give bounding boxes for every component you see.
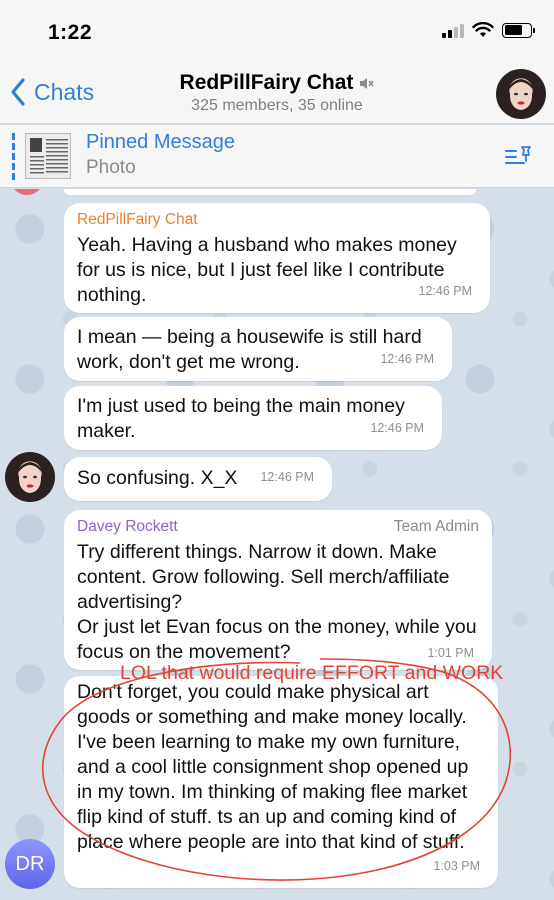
message-time: 12:46 PM	[370, 421, 424, 435]
message-list[interactable]: RedPillFairy Chat Yeah. Having a husband…	[0, 189, 554, 900]
nav-bar: Chats RedPillFairy Chat 325 members, 35 …	[0, 64, 554, 124]
mute-icon	[360, 77, 375, 89]
message-bubble[interactable]: I'm just used to being the main money ma…	[64, 386, 442, 450]
avatar-face-icon	[508, 79, 534, 110]
previous-avatar	[10, 189, 44, 195]
message-bubble[interactable]: Don't forget, you could make physical ar…	[64, 676, 498, 888]
sender-name: RedPillFairy Chat	[77, 211, 198, 228]
sender-avatar[interactable]: DR	[5, 839, 55, 889]
message-text: Yeah. Having a husband who makes money f…	[77, 234, 457, 306]
sender-role-badge: Team Admin	[393, 518, 479, 535]
avatar-initials: DR	[15, 852, 45, 875]
message-time: 12:46 PM	[418, 284, 472, 298]
message-time: 12:46 PM	[260, 470, 314, 484]
annotation-text: LOL that would require EFFORT and WORK	[120, 662, 504, 684]
pinned-title: Pinned Message	[86, 131, 235, 153]
message-bubble[interactable]: Davey Rockett Team Admin Try different t…	[64, 510, 492, 670]
avatar-face-icon	[17, 462, 43, 493]
status-bar: 1:22	[0, 0, 554, 64]
message-text: Don't forget, you could make physical ar…	[77, 681, 469, 853]
message-bubble[interactable]: I mean — being a housewife is still hard…	[64, 317, 452, 381]
pinned-indicator	[12, 133, 15, 181]
message-text: Try different things. Narrow it down. Ma…	[77, 541, 477, 663]
chat-header[interactable]: RedPillFairy Chat 325 members, 35 online	[0, 71, 554, 115]
pin-list-icon[interactable]	[504, 144, 534, 170]
status-time: 1:22	[48, 21, 93, 44]
message-time: 12:46 PM	[380, 352, 434, 366]
message-bubble[interactable]: RedPillFairy Chat Yeah. Having a husband…	[64, 203, 490, 313]
wifi-icon	[472, 22, 494, 37]
sender-name: Davey Rockett	[77, 518, 178, 535]
pinned-subtitle: Photo	[86, 157, 136, 178]
message-sender: RedPillFairy Chat	[77, 211, 477, 229]
previous-message-bubble	[64, 189, 476, 195]
sender-avatar[interactable]	[5, 452, 55, 502]
pinned-photo-thumbnail	[25, 133, 71, 179]
message-sender: Davey Rockett Team Admin	[77, 518, 479, 536]
chat-title: RedPillFairy Chat	[179, 71, 354, 94]
message-time: 1:03 PM	[433, 859, 480, 873]
chat-title-row: RedPillFairy Chat	[180, 71, 375, 95]
message-bubble[interactable]: So confusing. X_X 12:46 PM	[64, 457, 332, 501]
battery-icon	[502, 22, 535, 38]
chat-subtitle: 325 members, 35 online	[191, 97, 363, 114]
chat-avatar[interactable]	[496, 69, 546, 119]
pinned-message-bar[interactable]: Pinned Message Photo	[0, 125, 554, 188]
cellular-signal-icon	[442, 22, 464, 38]
status-icons	[442, 22, 535, 38]
